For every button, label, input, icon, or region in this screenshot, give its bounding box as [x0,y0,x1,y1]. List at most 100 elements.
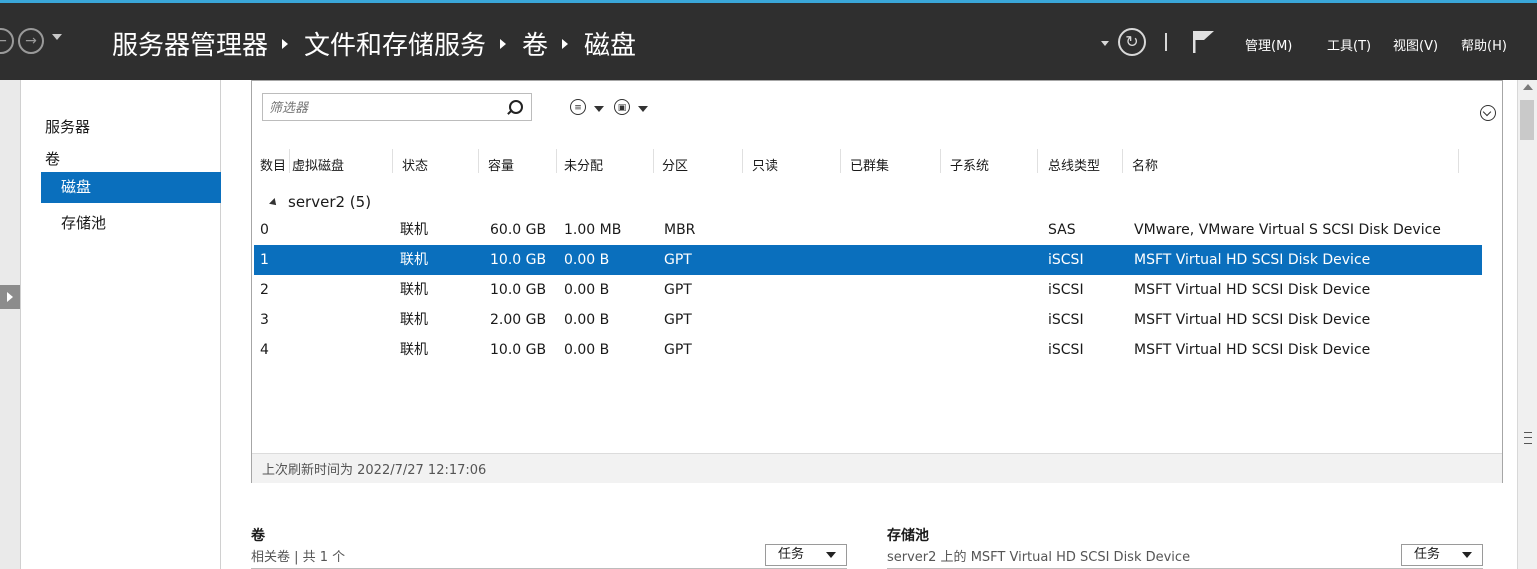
column-header-bus-type[interactable]: 总线类型 [1048,155,1100,174]
cell-unallocated: 1.00 MB [564,222,622,238]
header-bar: ← → 服务器管理器 文件和存储服务卷磁盘 ↻ 管理(M) 工具(T) 视图(V)… [0,3,1537,80]
breadcrumb: 服务器管理器 文件和存储服务卷磁盘 [112,25,636,62]
cell-number: 2 [260,282,269,298]
vertical-scrollbar[interactable] [1517,80,1537,569]
cell-status: 联机 [400,222,428,238]
cell-capacity: 2.00 GB [490,312,547,328]
collapse-panel-icon[interactable] [1480,105,1496,121]
cell-partition: GPT [664,282,692,298]
scrollbar-thumb[interactable] [1520,100,1534,140]
breadcrumb-separator-icon [282,38,289,49]
column-header-partition[interactable]: 分区 [662,155,688,174]
left-collapse-strip [0,80,21,569]
main-content: ≡ ▣ 数目 虚拟磁盘 状态 容量 未分配 分区 只读 已群集 子系统 总线类型… [221,80,1517,569]
scroll-grip-icon [1524,432,1532,444]
scroll-up-icon[interactable] [1523,84,1533,90]
column-header-status[interactable]: 状态 [402,155,428,174]
cell-bus-type: iSCSI [1048,252,1084,268]
sidebar-item-disks[interactable]: 磁盘 [41,172,236,203]
cell-name: MSFT Virtual HD SCSI Disk Device [1134,312,1371,328]
table-row[interactable]: 3 联机 2.00 GB 0.00 B GPT iSCSI MSFT Virtu… [254,305,1482,335]
column-header-name[interactable]: 名称 [1132,155,1158,174]
breadcrumb-volumes[interactable]: 卷 [522,25,548,62]
group-label: server2 (5) [288,193,372,211]
cell-bus-type: SAS [1048,222,1076,238]
menu-help[interactable]: 帮助(H) [1461,35,1507,54]
breadcrumb-file-storage[interactable]: 文件和存储服务 [304,25,486,62]
breadcrumb-separator-icon [500,38,507,49]
cell-name: MSFT Virtual HD SCSI Disk Device [1134,342,1371,358]
cell-unallocated: 0.00 B [564,342,610,358]
volumes-tasks-button[interactable]: 任务 [765,544,847,566]
menu-manage[interactable]: 管理(M) [1245,35,1292,54]
collapse-group-icon[interactable] [269,197,279,208]
cell-bus-type: iSCSI [1048,282,1084,298]
sidebar-item-volumes[interactable]: 卷 [45,148,60,169]
menu-tools[interactable]: 工具(T) [1327,35,1371,54]
notifications-flag-icon[interactable] [1190,28,1218,56]
breadcrumb-server-manager[interactable]: 服务器管理器 [112,25,268,62]
column-divider [1037,149,1038,173]
cell-number: 4 [260,342,269,358]
table-row[interactable]: 4 联机 10.0 GB 0.00 B GPT iSCSI MSFT Virtu… [254,335,1482,365]
cell-unallocated: 0.00 B [564,252,610,268]
cell-status: 联机 [400,252,428,268]
column-divider [478,149,479,173]
storage-pool-section-subtitle: server2 上的 MSFT Virtual HD SCSI Disk Dev… [887,550,1191,565]
cell-capacity: 10.0 GB [490,282,547,298]
breadcrumb-dropdown-icon[interactable] [1101,41,1109,46]
filter-box [262,93,532,122]
forward-button[interactable]: → [18,28,44,54]
column-header-number[interactable]: 数目 [260,155,286,174]
sidebar: 服务器 卷 磁盘 存储池 [21,80,236,569]
sidebar-item-servers[interactable]: 服务器 [45,116,90,137]
column-header-unallocated[interactable]: 未分配 [564,155,603,174]
cell-status: 联机 [400,342,428,358]
cell-status: 联机 [400,282,428,298]
cell-capacity: 10.0 GB [490,252,547,268]
column-header-capacity[interactable]: 容量 [488,155,514,174]
cell-unallocated: 0.00 B [564,282,610,298]
tasks-label: 任务 [1414,547,1441,562]
volumes-section-subtitle: 相关卷 | 共 1 个 [251,550,346,565]
column-divider [742,149,743,173]
column-header-clustered[interactable]: 已群集 [850,155,889,174]
breadcrumb-separator-icon [562,38,569,49]
storage-pool-tasks-button[interactable]: 任务 [1401,544,1483,566]
table-row[interactable]: 2 联机 10.0 GB 0.00 B GPT iSCSI MSFT Virtu… [254,275,1482,305]
cell-name: MSFT Virtual HD SCSI Disk Device [1134,282,1371,298]
save-query-icon[interactable]: ▣ [614,99,630,115]
cell-number: 1 [260,252,269,268]
cell-bus-type: iSCSI [1048,312,1084,328]
expand-nav-icon[interactable] [0,285,20,309]
save-query-dropdown-icon[interactable] [638,106,648,112]
menu-view[interactable]: 视图(V) [1393,35,1438,54]
filter-input[interactable] [263,94,511,122]
column-divider [653,149,654,173]
cell-name: MSFT Virtual HD SCSI Disk Device [1134,252,1371,268]
group-header-server2[interactable]: server2 (5) [269,193,372,211]
sidebar-item-storage-pools[interactable]: 存储池 [61,212,106,233]
volumes-section-title: 卷 [251,528,265,544]
column-divider [1122,149,1123,173]
column-header-subsystem[interactable]: 子系统 [950,155,989,174]
cell-number: 3 [260,312,269,328]
list-options-icon[interactable]: ≡ [570,99,586,115]
refresh-icon[interactable]: ↻ [1118,28,1146,56]
search-icon[interactable] [509,100,523,114]
chevron-down-icon [826,552,836,558]
cell-partition: GPT [664,312,692,328]
table-row-selected[interactable]: 1 联机 10.0 GB 0.00 B GPT iSCSI MSFT Virtu… [254,245,1482,275]
cell-unallocated: 0.00 B [564,312,610,328]
history-dropdown-icon[interactable] [52,34,62,40]
cell-name: VMware, VMware Virtual S SCSI Disk Devic… [1134,222,1441,238]
column-divider [940,149,941,173]
column-header-read-only[interactable]: 只读 [752,155,778,174]
breadcrumb-disks[interactable]: 磁盘 [584,25,636,62]
cell-partition: GPT [664,252,692,268]
column-header-virtual-disk[interactable]: 虚拟磁盘 [292,155,344,174]
tasks-label: 任务 [778,547,805,562]
table-row[interactable]: 0 联机 60.0 GB 1.00 MB MBR SAS VMware, VMw… [254,215,1482,245]
list-options-dropdown-icon[interactable] [594,106,604,112]
back-button[interactable]: ← [0,28,14,54]
